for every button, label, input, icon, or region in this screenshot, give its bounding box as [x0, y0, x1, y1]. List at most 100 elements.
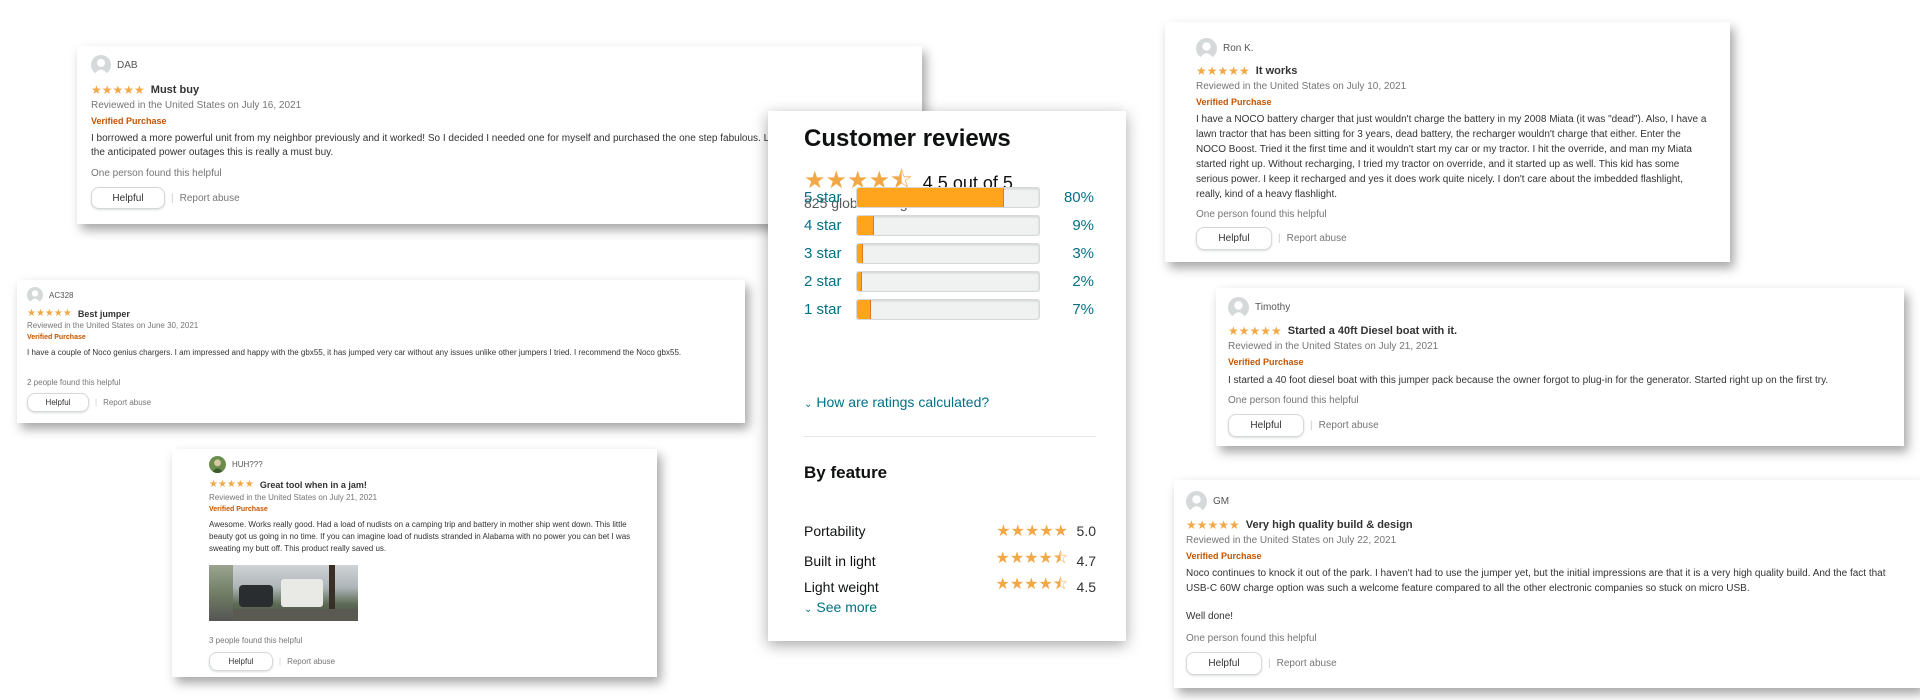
histogram-percent[interactable]: 80%: [1064, 189, 1094, 206]
feature-name: Built in light: [804, 552, 876, 569]
review-title[interactable]: Best jumper: [78, 309, 130, 319]
histogram-bar[interactable]: [856, 186, 1040, 208]
review-title-row: ★★★★★ Best jumper: [27, 308, 130, 319]
verified-badge: Verified Purchase: [27, 334, 86, 341]
histogram-bar-fill: [857, 243, 864, 263]
review-date: Reviewed in the United States on July 22…: [1186, 535, 1397, 546]
divider: |: [1268, 658, 1271, 669]
verified-badge: Verified Purchase: [1186, 551, 1262, 561]
chevron-down-icon: ⌄: [804, 604, 813, 615]
feature-row: Light weight ★★★★⯪ 4.5: [804, 573, 1096, 600]
helpful-button[interactable]: Helpful: [209, 652, 273, 671]
histogram-percent[interactable]: 7%: [1072, 301, 1094, 318]
histogram-bar[interactable]: [856, 242, 1040, 264]
feature-value: 4.7: [1076, 552, 1096, 569]
review-body: I have a NOCO battery charger that just …: [1196, 114, 1707, 200]
histogram-label[interactable]: 2 star: [804, 273, 854, 290]
star-rating[interactable]: ★★★★★: [91, 83, 145, 97]
review-title-row: ★★★★★ Very high quality build & design: [1186, 518, 1413, 532]
divider: |: [171, 192, 174, 204]
divider: |: [1278, 233, 1281, 244]
histogram-bar[interactable]: [856, 214, 1040, 236]
histogram-label[interactable]: 5 star: [804, 189, 854, 206]
helpful-button[interactable]: Helpful: [1196, 227, 1272, 250]
feature-row: Built in light ★★★★⯪ 4.7: [804, 547, 1096, 574]
histogram-label[interactable]: 3 star: [804, 245, 854, 262]
histogram-bar-fill: [857, 299, 871, 319]
helpful-count: One person found this helpful: [91, 168, 222, 179]
histogram-bar[interactable]: [856, 298, 1040, 320]
review-date: Reviewed in the United States on July 10…: [1196, 81, 1407, 92]
divider: [804, 436, 1096, 437]
avatar: [91, 55, 111, 75]
avatar: [1228, 297, 1249, 318]
report-abuse-link[interactable]: Report abuse: [180, 193, 240, 204]
report-abuse-link[interactable]: Report abuse: [1277, 658, 1337, 669]
reviewer-name: DAB: [117, 59, 138, 71]
report-abuse-link[interactable]: Report abuse: [287, 657, 335, 666]
histogram-percent[interactable]: 9%: [1072, 217, 1094, 234]
review-title[interactable]: Started a 40ft Diesel boat with it.: [1288, 325, 1457, 337]
review-card: AC328 ★★★★★ Best jumper Reviewed in the …: [17, 280, 745, 423]
review-header: Ron K.: [1196, 38, 1254, 59]
star-rating[interactable]: ★★★★★: [1228, 324, 1282, 338]
helpful-button[interactable]: Helpful: [27, 393, 89, 412]
chevron-down-icon: ⌄: [804, 399, 813, 410]
how-ratings-calculated-label: How are ratings calculated?: [816, 394, 990, 410]
feature-stars: ★★★★⯪: [995, 550, 1068, 567]
helpful-button[interactable]: Helpful: [91, 187, 165, 209]
see-more-link[interactable]: ⌄ See more: [804, 599, 877, 615]
review-photos: [209, 565, 358, 621]
review-date: Reviewed in the United States on July 21…: [209, 493, 378, 502]
review-actions: Helpful | Report abuse: [1186, 652, 1337, 675]
feature-stars: ★★★★★: [996, 523, 1068, 540]
star-rating[interactable]: ★★★★★: [27, 308, 72, 319]
report-abuse-link[interactable]: Report abuse: [1287, 233, 1347, 244]
histogram-bar[interactable]: [856, 270, 1040, 292]
avatar: [1196, 38, 1217, 59]
histogram-percent[interactable]: 2%: [1072, 273, 1094, 290]
star-rating[interactable]: ★★★★★: [1186, 518, 1240, 532]
review-title-row: ★★★★★ Must buy: [91, 83, 199, 97]
how-ratings-calculated-link[interactable]: ⌄ How are ratings calculated?: [804, 394, 989, 410]
review-title[interactable]: Great tool when in a jam!: [260, 480, 367, 490]
helpful-button[interactable]: Helpful: [1186, 652, 1262, 675]
histogram-label[interactable]: 4 star: [804, 217, 854, 234]
histogram-row[interactable]: 5 star 80%: [804, 186, 1094, 208]
star-rating[interactable]: ★★★★★: [1196, 64, 1250, 78]
by-feature-title: By feature: [804, 463, 888, 482]
verified-badge: Verified Purchase: [209, 506, 268, 513]
histogram-bar-fill: [857, 271, 862, 291]
histogram-percent[interactable]: 3%: [1072, 245, 1094, 262]
divider: |: [1310, 420, 1313, 431]
review-title[interactable]: It works: [1256, 65, 1298, 77]
review-body: Noco continues to knock it out of the pa…: [1186, 568, 1886, 594]
star-rating[interactable]: ★★★★★: [209, 479, 254, 490]
review-body-closing: Well done!: [1186, 611, 1234, 622]
report-abuse-link[interactable]: Report abuse: [1319, 420, 1379, 431]
review-header: AC328: [27, 287, 73, 303]
review-actions: Helpful | Report abuse: [1228, 414, 1379, 437]
review-title[interactable]: Must buy: [151, 84, 199, 96]
histogram-row[interactable]: 3 star 3%: [804, 242, 1094, 264]
feature-name: Light weight: [804, 578, 879, 595]
see-more-label: See more: [816, 599, 878, 615]
review-header: DAB: [91, 55, 138, 75]
review-body: Awesome. Works really good. Had a load o…: [209, 520, 631, 553]
histogram-row[interactable]: 1 star 7%: [804, 298, 1094, 320]
helpful-count: One person found this helpful: [1186, 633, 1317, 644]
helpful-button[interactable]: Helpful: [1228, 414, 1304, 437]
reviewer-name: Ron K.: [1223, 43, 1254, 54]
histogram-row[interactable]: 2 star 2%: [804, 270, 1094, 292]
review-body: I have a couple of Noco genius chargers.…: [27, 348, 682, 357]
histogram-row[interactable]: 4 star 9%: [804, 214, 1094, 236]
feature-name: Portability: [804, 523, 866, 539]
review-photo[interactable]: [233, 565, 358, 621]
review-title[interactable]: Very high quality build & design: [1246, 519, 1413, 531]
review-card: Timothy ★★★★★ Started a 40ft Diesel boat…: [1216, 288, 1904, 446]
report-abuse-link[interactable]: Report abuse: [103, 398, 151, 407]
review-photo[interactable]: [209, 565, 233, 621]
histogram-label[interactable]: 1 star: [804, 301, 854, 318]
review-header: HUH???: [209, 456, 263, 473]
review-card: GM ★★★★★ Very high quality build & desig…: [1174, 480, 1920, 688]
